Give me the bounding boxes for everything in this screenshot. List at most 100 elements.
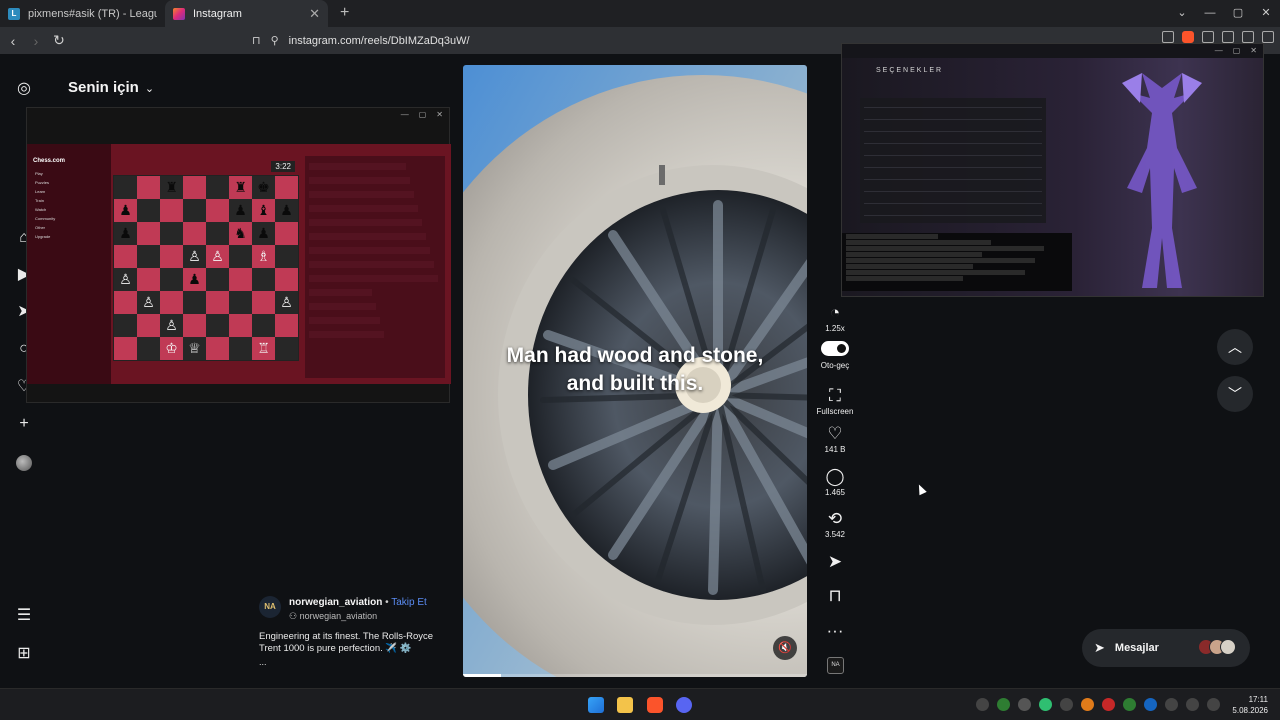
speedometer-icon: ◔ (829, 303, 841, 322)
pip-close-icon[interactable]: ✕ (436, 108, 443, 122)
reload-icon[interactable]: ↻ (49, 32, 69, 49)
chess-square (160, 291, 183, 314)
next-reel-button[interactable]: ﹀ (1217, 376, 1253, 412)
chess-square: ♜ (160, 176, 183, 199)
network-icon[interactable] (1186, 698, 1199, 711)
new-tab-button[interactable]: + (340, 0, 349, 27)
move-row (309, 219, 422, 226)
tray-app-icon[interactable] (1081, 698, 1094, 711)
discord-icon[interactable] (676, 697, 692, 713)
toggle-switch[interactable] (821, 341, 849, 356)
brave-shields-icon[interactable] (1182, 31, 1194, 43)
back-arrow-icon[interactable]: ‹ (3, 33, 23, 49)
volume-icon[interactable] (1207, 698, 1220, 711)
more-description-link[interactable]: ... (259, 657, 267, 667)
bookmark-icon[interactable]: ⊓ (252, 34, 261, 47)
feed-selector[interactable]: Senin için ⌄ (68, 79, 154, 96)
muted-speaker-icon[interactable]: 🔇 (773, 636, 797, 660)
move-row (309, 289, 372, 296)
chess-square (206, 314, 229, 337)
video-progress-bar[interactable] (463, 674, 807, 677)
more-options-button[interactable]: ··· (812, 621, 858, 641)
reel-video[interactable]: Man had wood and stone, and built this. … (463, 65, 807, 677)
save-button[interactable]: ⊓ (812, 586, 858, 606)
tray-app-icon[interactable] (1039, 698, 1052, 711)
chess-square (275, 222, 298, 245)
tab-title: pixmens#asik (TR) - LeagueOfGraphs (28, 7, 157, 20)
chess-square: ♟ (183, 268, 206, 291)
wallet-icon[interactable] (1242, 31, 1254, 43)
console-line (846, 246, 1044, 251)
chess-square (183, 199, 206, 222)
brave-browser-icon[interactable] (647, 697, 663, 713)
tray-app-icon[interactable] (1144, 698, 1157, 711)
like-button[interactable]: ♡ 141 B (812, 424, 858, 454)
audio-avatar[interactable]: NA (827, 657, 844, 674)
follow-button[interactable]: Takip Et (391, 597, 427, 608)
speed-label: 1.25x (825, 324, 845, 333)
pip-close-icon[interactable]: ✕ (1250, 44, 1257, 58)
repost-button[interactable]: ⟲ 3.542 (812, 509, 858, 539)
also-from-meta-icon[interactable]: ⊞ (15, 645, 33, 663)
tray-app-icon[interactable] (1018, 698, 1031, 711)
game-settings-pip-window[interactable]: — ▢ ✕ SEÇENEKLER (841, 43, 1264, 297)
champion-model-image (1122, 73, 1202, 288)
browser-tab-strip: L pixmens#asik (TR) - LeagueOfGraphs Ins… (0, 0, 1280, 27)
pip-minimize-icon[interactable]: — (1215, 44, 1223, 58)
tray-app-icon[interactable] (976, 698, 989, 711)
move-row (309, 324, 417, 331)
instagram-logo-icon[interactable]: ◎ (15, 80, 33, 98)
address-bar[interactable]: ⊓ ⚲ instagram.com/reels/DbIMZaDq3uW/ (252, 30, 912, 51)
file-explorer-icon[interactable] (617, 697, 633, 713)
author-username[interactable]: norwegian_aviation (289, 597, 382, 608)
pip-minimize-icon[interactable]: — (401, 108, 409, 122)
tray-app-icon[interactable] (1102, 698, 1115, 711)
forward-arrow-icon[interactable]: › (26, 33, 46, 49)
close-window-button[interactable]: ✕ (1252, 0, 1280, 27)
site-info-icon[interactable]: ⚲ (271, 34, 279, 47)
maximize-button[interactable]: ▢ (1224, 0, 1252, 27)
comment-button[interactable]: ◯ 1.465 (812, 467, 858, 497)
chess-square (137, 222, 160, 245)
move-row (309, 240, 393, 247)
microphone-icon[interactable] (1165, 698, 1178, 711)
chess-square (275, 245, 298, 268)
chess-square (252, 314, 275, 337)
close-tab-icon[interactable]: ✕ (309, 6, 320, 22)
chess-clock: 3:22 (271, 161, 295, 172)
tab-leagueofgraphs[interactable]: L pixmens#asik (TR) - LeagueOfGraphs (0, 0, 165, 27)
tab-list-chevron-icon[interactable]: ⌄ (1168, 0, 1196, 27)
comment-bubble-icon: ◯ (825, 467, 845, 486)
playback-speed-button[interactable]: ◔ 1.25x (812, 303, 858, 333)
menu-icon[interactable] (1262, 31, 1274, 43)
fullscreen-button[interactable]: ⛶ Fullscreen (812, 386, 858, 416)
tray-app-icon[interactable] (1060, 698, 1073, 711)
cast-icon[interactable] (1162, 31, 1174, 43)
autoplay-toggle[interactable]: Oto-geç (812, 341, 858, 370)
windows-start-icon[interactable] (588, 697, 604, 713)
sidebar-icon[interactable] (1222, 31, 1234, 43)
chess-pip-window[interactable]: — ▢ ✕ Chess.com Play Puzzles Learn Train… (26, 107, 451, 403)
tray-app-icon[interactable] (997, 698, 1010, 711)
extension-icon[interactable] (1202, 31, 1214, 43)
tab-instagram[interactable]: Instagram ✕ (165, 0, 328, 27)
messages-button[interactable]: ➤ Mesajlar (1082, 629, 1250, 667)
settings-row (864, 146, 1042, 156)
previous-reel-button[interactable]: ︿ (1217, 329, 1253, 365)
more-menu-icon[interactable]: ☰ (15, 607, 33, 625)
chess-square (137, 245, 160, 268)
minimize-button[interactable]: — (1196, 0, 1224, 27)
chess-square: ♙ (206, 245, 229, 268)
author-avatar[interactable]: NA (259, 596, 281, 618)
system-clock[interactable]: 17:11 5.08.2026 (1232, 694, 1268, 716)
audio-attribution[interactable]: ⚇ norwegian_aviation (289, 611, 377, 622)
chevron-down-icon: ⌄ (144, 83, 155, 95)
tray-app-icon[interactable] (1123, 698, 1136, 711)
chess-square: ♙ (114, 268, 137, 291)
share-button[interactable]: ➤ (812, 552, 858, 572)
pip-restore-icon[interactable]: ▢ (1233, 44, 1241, 58)
create-plus-icon[interactable]: + (15, 415, 33, 433)
chess-square (229, 268, 252, 291)
profile-avatar[interactable] (16, 455, 32, 471)
pip-restore-icon[interactable]: ▢ (419, 108, 427, 122)
